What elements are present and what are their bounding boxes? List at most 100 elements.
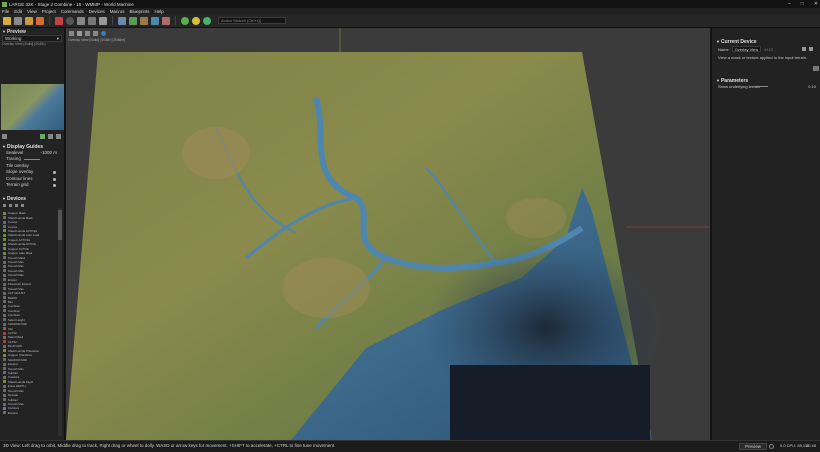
menu-commands[interactable]: Commands: [61, 9, 84, 14]
main-toolbar: Action Search (Ctrl+Q): [0, 14, 820, 28]
device-label: Subtract: [8, 370, 19, 375]
device-node-icon: [3, 233, 6, 237]
devices-scrollbar[interactable]: [58, 208, 62, 436]
device-label: Shield Lamda Lake mask: [8, 233, 40, 238]
device-label: Imagem ACTIVE: [8, 246, 29, 251]
device-label: Blur: [8, 299, 13, 304]
device-label: Smooth Max: [8, 268, 24, 273]
contour-lines-label: Contour lines: [6, 175, 33, 181]
device-node-icon: [3, 291, 6, 295]
device-node-icon: [3, 349, 6, 353]
preview-settings-icon[interactable]: [2, 133, 7, 139]
terrain-grid-toggle[interactable]: [53, 183, 56, 187]
device-settings-icon[interactable]: [801, 47, 806, 51]
devices-toolbar: [0, 202, 65, 208]
open-icon[interactable]: [14, 16, 22, 25]
device-label: Inverter: [8, 224, 18, 229]
save-icon[interactable]: [25, 16, 33, 25]
menu-devices[interactable]: Devices: [89, 9, 105, 14]
left-panel: ▼Preview Working ▾ Overlay View [Solid] …: [0, 28, 65, 440]
menu-blueprints[interactable]: Blueprints: [130, 9, 150, 14]
device-label: Constant: [8, 406, 20, 411]
device-node-icon: [3, 309, 6, 313]
layout-icon[interactable]: [88, 16, 96, 25]
device-label: SHADOW MAP: [8, 357, 28, 362]
tile-overlay-label: Tile overlay: [6, 162, 29, 168]
display-guides-header[interactable]: ▼Display Guides: [0, 143, 65, 150]
chevron-down-icon: ▾: [56, 36, 59, 41]
terrain-3d-viewport[interactable]: Overlay View [Solid] (2048²) [2048m]: [66, 28, 710, 440]
device-label: Smooth Max: [8, 260, 24, 265]
device-label: Shield Lamda Mask: [8, 215, 33, 220]
device-label: Expand: [8, 362, 18, 367]
menu-file[interactable]: File: [2, 9, 9, 14]
parameter-slider[interactable]: [754, 86, 768, 87]
device-node-icon: [3, 362, 6, 366]
devices-scrollbar-thumb[interactable]: [58, 210, 62, 240]
device-node-icon: [3, 367, 6, 371]
device-node-icon: [3, 375, 6, 379]
grid-icon[interactable]: [77, 16, 85, 25]
device-edit-icon[interactable]: [808, 47, 813, 51]
cpu-icon: [769, 444, 774, 449]
device-preview-icon[interactable]: [813, 66, 819, 71]
menu-macros[interactable]: Macros: [110, 9, 125, 14]
device-name-field[interactable]: Overlay View: [731, 46, 762, 52]
device-collapse-icon[interactable]: [21, 203, 24, 207]
action-search-input[interactable]: Action Search (Ctrl+Q): [218, 17, 286, 24]
device-label: ACT ADJUST: [8, 291, 26, 296]
terrain-grid-row[interactable]: Terrain grid: [0, 182, 65, 188]
view-3d-icon[interactable]: [129, 16, 137, 25]
device-node-icon: [3, 389, 6, 393]
device-label: Clip: [8, 326, 13, 331]
device-list-item[interactable]: Expand: [3, 411, 57, 415]
menu-project[interactable]: Project: [42, 9, 56, 14]
device-label: Smooth Mask: [8, 255, 26, 260]
build-icon[interactable]: [181, 16, 189, 25]
device-node-icon: [3, 318, 6, 322]
preview-zoom-icon[interactable]: [56, 133, 61, 139]
device-node-icon: [3, 216, 6, 220]
parameter-row[interactable]: Show underlying terrain 0.10: [714, 84, 819, 90]
app-logo-icon: [2, 1, 7, 7]
preview-refresh-icon[interactable]: [40, 133, 45, 139]
menu-view[interactable]: View: [27, 9, 37, 14]
refresh-icon[interactable]: [203, 16, 211, 25]
target-icon[interactable]: [66, 16, 74, 25]
minimize-button[interactable]: –: [788, 0, 791, 8]
device-label: Smooth Max: [8, 264, 24, 269]
preview-button[interactable]: Preview: [739, 443, 768, 450]
contour-lines-toggle[interactable]: [53, 177, 56, 181]
device-node-icon: [3, 238, 6, 242]
menu-edit[interactable]: Edit: [14, 9, 22, 14]
preview-dropdown[interactable]: Working ▾: [2, 35, 62, 42]
menu-help[interactable]: Help: [155, 9, 164, 14]
current-device-header[interactable]: ▼Current Device: [714, 38, 819, 45]
maximize-button[interactable]: □: [801, 0, 804, 8]
device-expand-icon[interactable]: [15, 203, 18, 207]
new-project-icon[interactable]: [3, 16, 11, 25]
view-2d-icon[interactable]: [118, 16, 126, 25]
devices-header[interactable]: ▼Devices: [0, 195, 65, 202]
device-label: Imagem Tributaries: [8, 353, 32, 358]
preview-header[interactable]: ▼Preview: [0, 28, 64, 35]
device-filter-icon[interactable]: [3, 203, 6, 207]
parameters-header[interactable]: ▼Parameters: [714, 77, 819, 84]
device-node-icon: [3, 331, 6, 335]
terrain-icon[interactable]: [140, 16, 148, 25]
close-button[interactable]: ✕: [814, 0, 818, 8]
tracing-slider[interactable]: [24, 159, 40, 161]
wand-icon[interactable]: [36, 16, 44, 25]
preview-lock-icon[interactable]: [48, 133, 53, 139]
preview-thumbnail[interactable]: [1, 84, 64, 130]
build-all-icon[interactable]: [192, 16, 200, 25]
mask-icon[interactable]: [162, 16, 170, 25]
parameter-value[interactable]: 0.10: [808, 84, 816, 90]
device-sort-icon[interactable]: [9, 203, 12, 207]
device-node-icon: [3, 380, 6, 384]
tiles-icon[interactable]: [99, 16, 107, 25]
device-label: Shield Lamda Depth: [8, 379, 34, 384]
stop-icon[interactable]: [55, 16, 63, 25]
slope-overlay-toggle[interactable]: [53, 171, 56, 175]
water-icon[interactable]: [151, 16, 159, 25]
